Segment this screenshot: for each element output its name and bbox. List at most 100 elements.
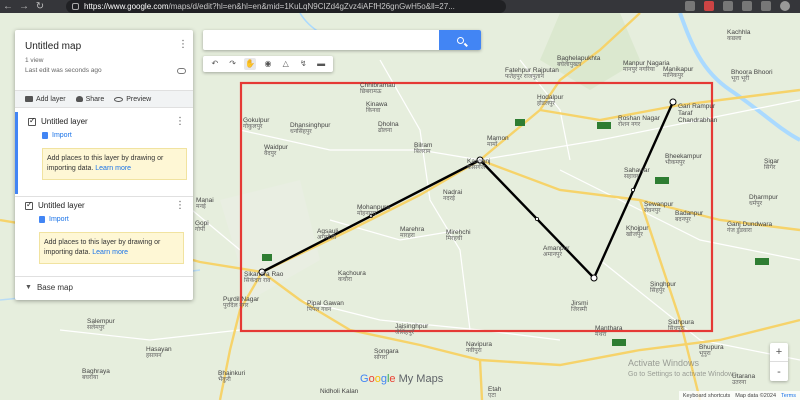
place-label[interactable]: Waidpur वैदपुर xyxy=(264,144,288,158)
extension-icon[interactable] xyxy=(761,1,771,11)
redo-icon[interactable]: ↷ xyxy=(227,58,239,70)
address-bar[interactable]: https://www.google.com/maps/d/edit?hl=en… xyxy=(66,0,506,13)
profile-avatar-icon[interactable] xyxy=(780,1,790,11)
marker-icon[interactable]: ◉ xyxy=(262,58,274,70)
place-label[interactable]: Bhupura भूपुरा xyxy=(699,344,724,358)
place-label[interactable]: Etah एटा xyxy=(488,386,501,400)
site-info-icon[interactable] xyxy=(72,3,79,10)
place-label[interactable]: Songara सोंगरा xyxy=(374,348,399,362)
zoom-out-button[interactable]: - xyxy=(770,362,788,381)
place-label[interactable]: Khojpur खोजपुर xyxy=(626,225,648,239)
layer-2[interactable]: Untitled layer ⋮ Import Add places to th… xyxy=(15,198,193,270)
place-label[interactable]: Gokulpur गोकुलपुर xyxy=(243,117,269,131)
place-label[interactable]: Navipura नवीपुरा xyxy=(466,341,492,355)
place-label[interactable]: Mohanpura मोहनपुरा xyxy=(357,204,390,218)
cloud-saved-icon xyxy=(177,68,186,74)
map-options-icon[interactable]: ⋮ xyxy=(178,40,188,50)
place-label[interactable]: Mamon मामों xyxy=(487,135,509,149)
place-label[interactable]: Sigar सिगर xyxy=(764,158,779,172)
place-label[interactable]: Sewanpur सेवनपुर xyxy=(644,201,673,215)
place-label[interactable]: Marehra मारहरा xyxy=(400,226,424,240)
place-label[interactable]: Dholna ढोलना xyxy=(378,121,399,135)
place-label[interactable]: Sidhpura सिधपुरा xyxy=(668,319,694,333)
place-label[interactable]: Gopi गोपी xyxy=(195,220,209,234)
bookmark-icon[interactable] xyxy=(742,1,752,11)
place-label[interactable]: Nidholi Kalan xyxy=(320,388,358,395)
place-label[interactable]: Amanpur अमानपुर xyxy=(543,245,569,259)
layer-hint: Add places to this layer by drawing or i… xyxy=(42,148,187,180)
place-label[interactable]: Bheekampur भीकमपुर xyxy=(665,153,702,167)
place-label[interactable]: Kachhla कछला xyxy=(727,29,751,43)
place-label[interactable]: Agsauli अगसौली xyxy=(317,228,338,242)
forward-icon[interactable]: → xyxy=(16,1,32,12)
terms-link[interactable]: Terms xyxy=(781,393,796,399)
search-button[interactable] xyxy=(439,30,481,50)
reload-icon[interactable]: ↻ xyxy=(32,1,48,12)
layer-options-icon[interactable]: ⋮ xyxy=(175,201,185,211)
place-label[interactable]: Kachoura कचौरा xyxy=(338,270,366,284)
map-title[interactable]: Untitled map xyxy=(25,41,81,52)
place-label[interactable]: Gari Rampur Taraf Chandrabhan xyxy=(678,103,728,124)
layer-name[interactable]: Untitled layer xyxy=(41,117,88,126)
add-layer-button[interactable]: Add layer xyxy=(25,96,66,103)
route-vertex[interactable] xyxy=(590,274,598,282)
import-link[interactable]: Import xyxy=(42,132,72,139)
place-label[interactable]: Hasayan हसायन xyxy=(146,346,172,360)
place-label[interactable]: Manpur Nagaria मानपुर नगरिया xyxy=(623,60,670,74)
place-label[interactable]: Dhansinghpur धनसिंहपुर xyxy=(290,122,330,136)
learn-more-link[interactable]: Learn more xyxy=(92,249,128,256)
place-label[interactable]: Bilram बिलराम xyxy=(414,142,432,156)
place-label[interactable]: Jirsmi जिरस्मी xyxy=(571,300,588,314)
layer-1[interactable]: Untitled layer ⋮ Import Add places to th… xyxy=(15,112,193,194)
layer-options-icon[interactable]: ⋮ xyxy=(175,117,185,127)
place-label[interactable]: Bhoora Bhoori भूरा भूरी xyxy=(731,69,773,83)
route-icon[interactable]: ↯ xyxy=(297,58,309,70)
place-label[interactable]: Manthara मंथरा xyxy=(595,325,622,339)
place-label[interactable]: Bhainkuri भैंकुरी xyxy=(218,370,245,384)
layer-name[interactable]: Untitled layer xyxy=(38,201,85,210)
share-button[interactable]: Share xyxy=(75,96,104,103)
place-label[interactable]: Singhpur सिंहपुर xyxy=(650,281,676,295)
place-label[interactable]: Nadrai नदरई xyxy=(443,189,462,203)
place-label[interactable]: Mirehchi मिरहची xyxy=(446,229,471,243)
zoom-in-button[interactable]: + xyxy=(770,343,788,362)
hand-icon[interactable]: ✋ xyxy=(244,58,257,70)
place-label[interactable]: Pipal Gawan पिपल गवन xyxy=(307,300,344,314)
import-link[interactable]: Import xyxy=(39,216,69,223)
extension-icon[interactable] xyxy=(685,1,695,11)
place-label[interactable]: Jaisinghpur जैसिंहपुर xyxy=(395,323,428,337)
learn-more-link[interactable]: Learn more xyxy=(95,165,131,172)
place-label[interactable]: Hodalpur होडलपुर xyxy=(537,94,563,108)
place-label[interactable]: Fatehpur Rajputan फतेहपुर राजपूतान xyxy=(505,67,559,81)
place-label[interactable]: Sikandra Rao सिकंदरा राव xyxy=(244,271,283,285)
place-label[interactable]: Badanpur बदनपुर xyxy=(675,210,703,224)
place-label[interactable]: Roshan Nagar रोशन नगर xyxy=(618,115,660,129)
place-label[interactable]: Chhibramau छिबरामऊ xyxy=(360,82,395,96)
extension-badge-icon[interactable] xyxy=(704,1,714,11)
keyboard-shortcuts-link[interactable]: Keyboard shortcuts xyxy=(683,393,730,399)
route-midpoint[interactable] xyxy=(631,187,636,192)
place-label[interactable]: Dharmpur धर्मपुर xyxy=(749,194,778,208)
search-input[interactable] xyxy=(203,30,438,50)
place-label[interactable]: Kinawa किनवा xyxy=(366,101,387,115)
place-label[interactable]: Sahawar सहावर xyxy=(624,167,650,181)
shape-icon[interactable]: △ xyxy=(280,58,292,70)
route-midpoint[interactable] xyxy=(535,216,540,221)
layer-visibility-checkbox[interactable] xyxy=(28,116,36,126)
preview-button[interactable]: Preview xyxy=(114,96,151,103)
extension-icon[interactable] xyxy=(723,1,733,11)
place-label[interactable]: Baghraya बघराया xyxy=(82,368,110,382)
place-label[interactable]: Purdil Nagar पुरदिल नगर xyxy=(223,296,259,310)
ruler-icon[interactable]: ▬ xyxy=(315,58,327,70)
route-vertex[interactable] xyxy=(669,98,677,106)
place-label[interactable]: Salempur सलेमपुर xyxy=(87,318,115,332)
undo-icon[interactable]: ↶ xyxy=(209,58,221,70)
place-label[interactable]: Manai मनई xyxy=(196,197,214,211)
back-icon[interactable]: ← xyxy=(0,1,16,12)
place-label[interactable]: Ganj Dundwara गंज डुंडवारा xyxy=(727,221,772,235)
place-label[interactable]: Baghelapukhta बघेलापुख्ता xyxy=(557,55,600,69)
base-map-toggle[interactable]: ▼ Base map xyxy=(25,283,73,292)
layer-visibility-checkbox[interactable] xyxy=(25,200,33,210)
place-label[interactable]: Kasganj कासगंज xyxy=(467,158,491,172)
layers-panel: Untitled map ⋮ 1 view Last edit was seco… xyxy=(15,30,193,300)
